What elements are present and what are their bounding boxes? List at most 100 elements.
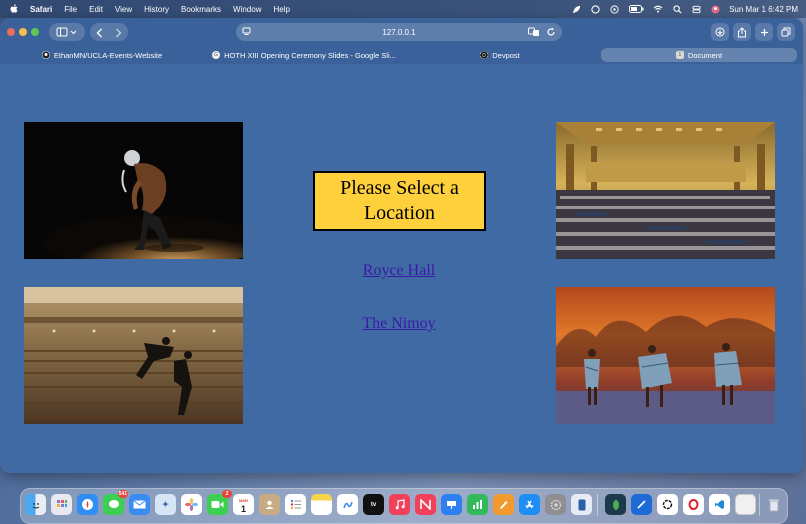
wifi-icon[interactable] — [653, 4, 663, 14]
minimize-window-button[interactable] — [19, 28, 27, 36]
plus-icon — [760, 28, 768, 36]
chevron-left-icon — [96, 28, 102, 37]
the-nimoy-link[interactable]: The Nimoy — [319, 315, 479, 333]
sidebar-toggle-button[interactable] — [49, 23, 85, 41]
migration-assistant-icon[interactable]: ✦ — [155, 494, 176, 515]
share-button[interactable] — [733, 23, 751, 41]
finder-icon[interactable] — [25, 494, 46, 515]
menu-app-name[interactable]: Safari — [30, 5, 52, 14]
reminders-icon[interactable] — [285, 494, 306, 515]
search-icon[interactable] — [672, 4, 682, 14]
empty-theater-dancers-photo — [24, 287, 243, 424]
translate-icon[interactable] — [528, 27, 540, 39]
tab-overview-button[interactable] — [777, 23, 795, 41]
menu-edit[interactable]: Edit — [89, 5, 103, 14]
dock: 541 ✦ 2 MAR 1 tv — [20, 488, 788, 524]
pages-icon[interactable] — [493, 494, 514, 515]
xcode-icon[interactable] — [631, 494, 652, 515]
back-button[interactable] — [96, 23, 103, 42]
safari-dock-icon[interactable] — [77, 494, 98, 515]
royce-hall-audience-photo — [556, 122, 775, 259]
calendar-day: 1 — [240, 503, 246, 514]
tab-bar: EthanMN/UCLA-Events-Website G HOTH XIII … — [0, 46, 803, 64]
photos-icon[interactable] — [181, 494, 202, 515]
zoom-window-button[interactable] — [31, 28, 39, 36]
menu-help[interactable]: Help — [273, 5, 289, 14]
music-icon[interactable] — [389, 494, 410, 515]
menu-view[interactable]: View — [115, 5, 132, 14]
tab-google-slides[interactable]: G HOTH XIII Opening Ceremony Slides - Go… — [206, 48, 402, 62]
menu-bookmarks[interactable]: Bookmarks — [181, 5, 221, 14]
download-icon — [715, 27, 725, 37]
mongodb-compass-icon[interactable] — [605, 494, 626, 515]
github-icon — [41, 51, 50, 59]
page-heading: Please Select a Location — [313, 171, 486, 231]
circle-status-icon[interactable] — [590, 4, 600, 14]
menu-window[interactable]: Window — [233, 5, 261, 14]
rocket-icon[interactable] — [571, 4, 581, 14]
mail-icon[interactable] — [129, 494, 150, 515]
dancer-photo-solo — [24, 122, 243, 259]
control-center-icon[interactable] — [691, 4, 701, 14]
numbers-icon[interactable] — [467, 494, 488, 515]
messages-icon[interactable]: 541 — [103, 490, 128, 515]
tab-label: EthanMN/UCLA-Events-Website — [53, 50, 163, 60]
tab-devpost[interactable]: D Devpost — [404, 48, 596, 62]
tab-github[interactable]: EthanMN/UCLA-Events-Website — [4, 48, 200, 62]
system-settings-icon[interactable] — [545, 494, 566, 515]
tab-document[interactable]: 1 Document — [601, 48, 797, 62]
document-icon: 1 — [675, 51, 684, 59]
tab-label: Devpost — [492, 50, 520, 60]
app-store-icon[interactable] — [519, 494, 540, 515]
battery-icon[interactable] — [628, 4, 644, 14]
trash-icon[interactable] — [763, 494, 784, 515]
chatgpt-icon[interactable] — [657, 494, 678, 515]
menubar-clock[interactable]: Sun Mar 1 6:42 PM — [729, 5, 798, 14]
nimoy-dancers-photo — [556, 287, 775, 424]
menu-bar: Safari File Edit View History Bookmarks … — [0, 0, 806, 18]
calendar-icon[interactable]: MAR 1 — [233, 494, 254, 515]
close-window-button[interactable] — [7, 28, 15, 36]
url-text[interactable]: 127.0.0.1 — [382, 28, 415, 37]
play-icon[interactable] — [609, 4, 619, 14]
sidebar-icon — [56, 27, 77, 37]
facetime-badge: 2 — [222, 490, 232, 498]
chevron-right-icon — [116, 28, 122, 37]
mail-badge: 541 — [117, 490, 128, 498]
page-viewport: Please Select a Location Royce Hall The … — [0, 64, 803, 473]
new-tab-button[interactable] — [755, 23, 773, 41]
share-icon — [738, 26, 746, 37]
royce-hall-link[interactable]: Royce Hall — [319, 262, 479, 280]
menu-file[interactable]: File — [64, 5, 77, 14]
apple-tv-icon[interactable]: tv — [363, 494, 384, 515]
launchpad-icon[interactable] — [51, 494, 72, 515]
news-icon[interactable] — [415, 494, 436, 515]
menu-history[interactable]: History — [144, 5, 169, 14]
browser-toolbar: 127.0.0.1 — [0, 18, 803, 46]
downloads-button[interactable] — [711, 23, 729, 41]
dock-separator — [759, 494, 760, 516]
tabs-icon — [781, 27, 791, 37]
facetime-icon[interactable]: 2 — [207, 490, 232, 515]
user-avatar-icon[interactable] — [710, 4, 720, 14]
contacts-icon[interactable] — [259, 494, 280, 515]
notes-icon[interactable] — [311, 494, 332, 515]
freeform-icon[interactable] — [337, 494, 358, 515]
google-slides-icon: G — [212, 51, 221, 59]
vscode-icon[interactable] — [709, 494, 730, 515]
tab-label: HOTH XIII Opening Ceremony Slides - Goog… — [224, 50, 396, 60]
navigation-buttons — [90, 23, 128, 41]
address-bar[interactable]: 127.0.0.1 — [236, 23, 562, 41]
tab-label: Document — [687, 50, 723, 60]
forward-button[interactable] — [115, 23, 122, 42]
safari-window: 127.0.0.1 EthanMN/UCLA-Events-Website G … — [0, 18, 803, 473]
opera-icon[interactable] — [683, 494, 704, 515]
dock-separator — [597, 494, 598, 516]
page-settings-icon[interactable] — [242, 27, 251, 39]
reload-icon[interactable] — [546, 27, 556, 39]
keynote-icon[interactable] — [441, 494, 462, 515]
preview-icon[interactable] — [735, 494, 756, 515]
devpost-icon: D — [480, 51, 489, 59]
apple-menu-icon[interactable] — [10, 4, 19, 14]
simulator-icon[interactable] — [571, 494, 592, 515]
